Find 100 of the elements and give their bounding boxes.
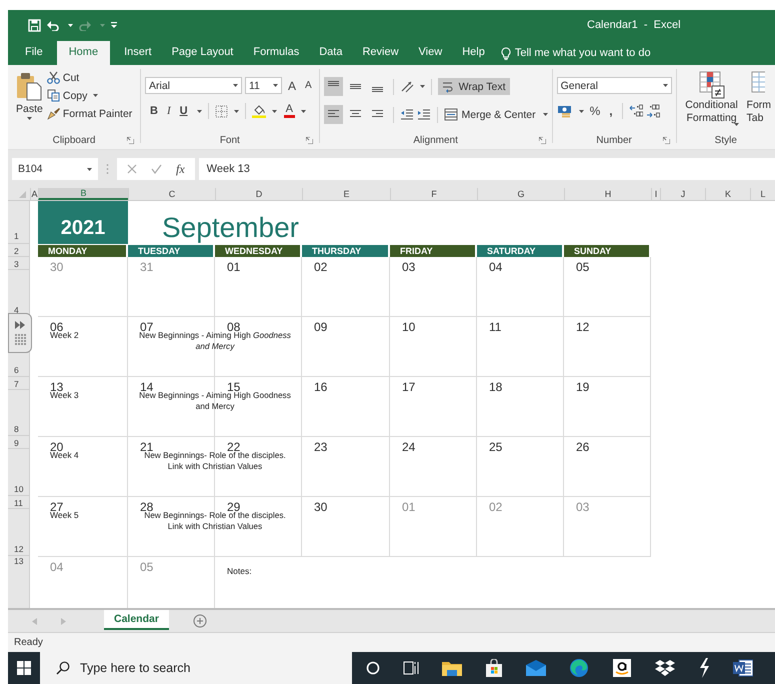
insert-function-button[interactable]: fx xyxy=(176,162,185,176)
caret-icon[interactable] xyxy=(300,110,306,112)
caret-icon[interactable] xyxy=(578,110,584,112)
mail-icon[interactable] xyxy=(526,660,546,676)
caret-icon[interactable] xyxy=(272,84,278,87)
dialog-launcher-icon[interactable] xyxy=(662,137,670,144)
column-header[interactable]: C xyxy=(128,188,215,200)
decrease-indent-icon[interactable] xyxy=(400,108,414,121)
caret-icon[interactable] xyxy=(662,84,668,87)
decrease-decimal-icon[interactable] xyxy=(646,104,660,118)
caret-icon[interactable] xyxy=(734,123,739,126)
column-header[interactable]: D xyxy=(215,188,302,200)
format-as-table-button[interactable]: Form Tab xyxy=(746,71,772,131)
caret-icon[interactable] xyxy=(234,110,239,112)
circle-icon[interactable] xyxy=(366,661,380,675)
comma-button[interactable]: , xyxy=(606,104,616,118)
ribbon-tab[interactable]: Page Layout xyxy=(162,41,244,65)
caret-icon[interactable] xyxy=(68,24,73,26)
lightning-icon[interactable] xyxy=(698,658,710,678)
windows-logo-icon[interactable] xyxy=(17,661,31,675)
caret-icon[interactable] xyxy=(232,84,238,87)
font-name-field[interactable]: Arial xyxy=(144,77,242,94)
name-box[interactable]: B104 xyxy=(12,158,98,180)
column-header[interactable]: L xyxy=(750,188,775,200)
tell-me-search[interactable]: Tell me what you want to do xyxy=(500,41,651,65)
ribbon-tab[interactable]: Home xyxy=(56,41,110,65)
increase-font-button[interactable]: A xyxy=(284,78,299,92)
font-size-field[interactable]: 11 xyxy=(244,77,282,94)
copy-button[interactable]: Copy xyxy=(46,89,132,102)
shopping-bag-icon[interactable] xyxy=(485,659,503,677)
text-orientation-icon[interactable] xyxy=(400,80,414,93)
caret-icon[interactable] xyxy=(196,110,202,112)
column-header[interactable]: F xyxy=(390,188,477,200)
row-header[interactable]: 4 xyxy=(14,304,19,315)
font-color-button[interactable]: A xyxy=(284,104,295,118)
row-header[interactable]: 10 xyxy=(14,484,24,494)
text-align-icon[interactable] xyxy=(324,105,343,124)
formula-field[interactable]: Week 13 xyxy=(198,158,775,180)
ribbon-tab[interactable]: File xyxy=(15,41,53,65)
shopping-app-icon[interactable] xyxy=(612,658,632,678)
add-sheet-icon[interactable] xyxy=(192,614,207,628)
number-format-field[interactable]: General xyxy=(556,77,672,94)
column-header[interactable]: H xyxy=(564,188,651,200)
side-panel-handle[interactable] xyxy=(8,313,32,353)
column-header[interactable]: I xyxy=(651,188,660,200)
folder-icon[interactable] xyxy=(442,660,462,676)
row-header[interactable]: 1 xyxy=(14,230,19,241)
row-header[interactable]: 12 xyxy=(14,544,24,554)
paste-button[interactable]: Paste xyxy=(12,69,47,131)
checkmark-icon[interactable] xyxy=(151,164,162,174)
sheet-tab[interactable]: Calendar xyxy=(104,610,169,630)
vertical-align-icon[interactable] xyxy=(324,77,343,96)
bold-button[interactable]: B xyxy=(144,105,161,117)
underline-button[interactable]: U xyxy=(176,105,191,117)
column-header[interactable]: B xyxy=(38,188,128,200)
increase-indent-icon[interactable] xyxy=(416,108,431,121)
ribbon-tab[interactable]: Data xyxy=(309,41,352,65)
row-header[interactable]: 9 xyxy=(14,438,19,448)
customize-icon[interactable] xyxy=(111,22,117,28)
dialog-launcher-icon[interactable] xyxy=(306,137,313,144)
browser-icon[interactable] xyxy=(569,658,589,678)
caret-icon[interactable] xyxy=(420,85,425,88)
task-view-icon[interactable] xyxy=(403,661,419,675)
caret-icon[interactable] xyxy=(542,113,548,116)
column-header[interactable]: E xyxy=(302,188,390,200)
caret-icon[interactable] xyxy=(272,110,277,112)
row-header[interactable]: 2 xyxy=(14,246,19,256)
caret-icon[interactable] xyxy=(93,94,98,97)
row-header[interactable]: 11 xyxy=(14,498,23,508)
ribbon-tab[interactable]: Help xyxy=(452,41,495,65)
borders-icon[interactable] xyxy=(214,104,228,118)
ribbon-tab[interactable]: Review xyxy=(352,41,409,65)
percent-button[interactable]: % xyxy=(586,104,604,118)
italic-button[interactable]: I xyxy=(164,105,174,117)
document-app-icon[interactable] xyxy=(733,659,753,677)
fill-color-icon[interactable] xyxy=(252,104,266,118)
row-header[interactable]: 3 xyxy=(14,258,19,269)
dialog-launcher-icon[interactable] xyxy=(127,137,134,144)
ribbon-tab[interactable]: Insert xyxy=(114,41,162,65)
increase-decimal-icon[interactable] xyxy=(628,104,643,118)
row-header[interactable]: 8 xyxy=(14,424,19,434)
column-header[interactable]: G xyxy=(477,188,564,200)
row-header[interactable]: 7 xyxy=(14,378,19,389)
undo-icon[interactable] xyxy=(47,20,59,30)
wrap-text-button[interactable]: Wrap Text xyxy=(438,78,510,95)
caret-icon[interactable] xyxy=(26,117,32,120)
cloud-storage-icon[interactable] xyxy=(655,660,675,676)
row-header[interactable]: 13 xyxy=(14,556,24,566)
format-painter-button[interactable]: Format Painter xyxy=(46,107,132,120)
caret-icon[interactable] xyxy=(87,168,92,170)
conditional-formatting-button[interactable]: Conditional Formatting xyxy=(680,71,743,131)
ribbon-tab[interactable]: View xyxy=(408,41,452,65)
merge-center-button[interactable]: Merge & Center xyxy=(444,108,548,121)
dialog-launcher-icon[interactable] xyxy=(538,137,546,144)
decrease-font-button[interactable]: A xyxy=(302,80,315,91)
column-header[interactable]: K xyxy=(705,188,750,200)
cut-button[interactable]: Cut xyxy=(46,71,132,84)
taskbar-search-field[interactable]: Type here to search xyxy=(40,652,352,684)
accounting-format-icon[interactable] xyxy=(556,104,573,118)
save-icon[interactable] xyxy=(28,18,41,32)
